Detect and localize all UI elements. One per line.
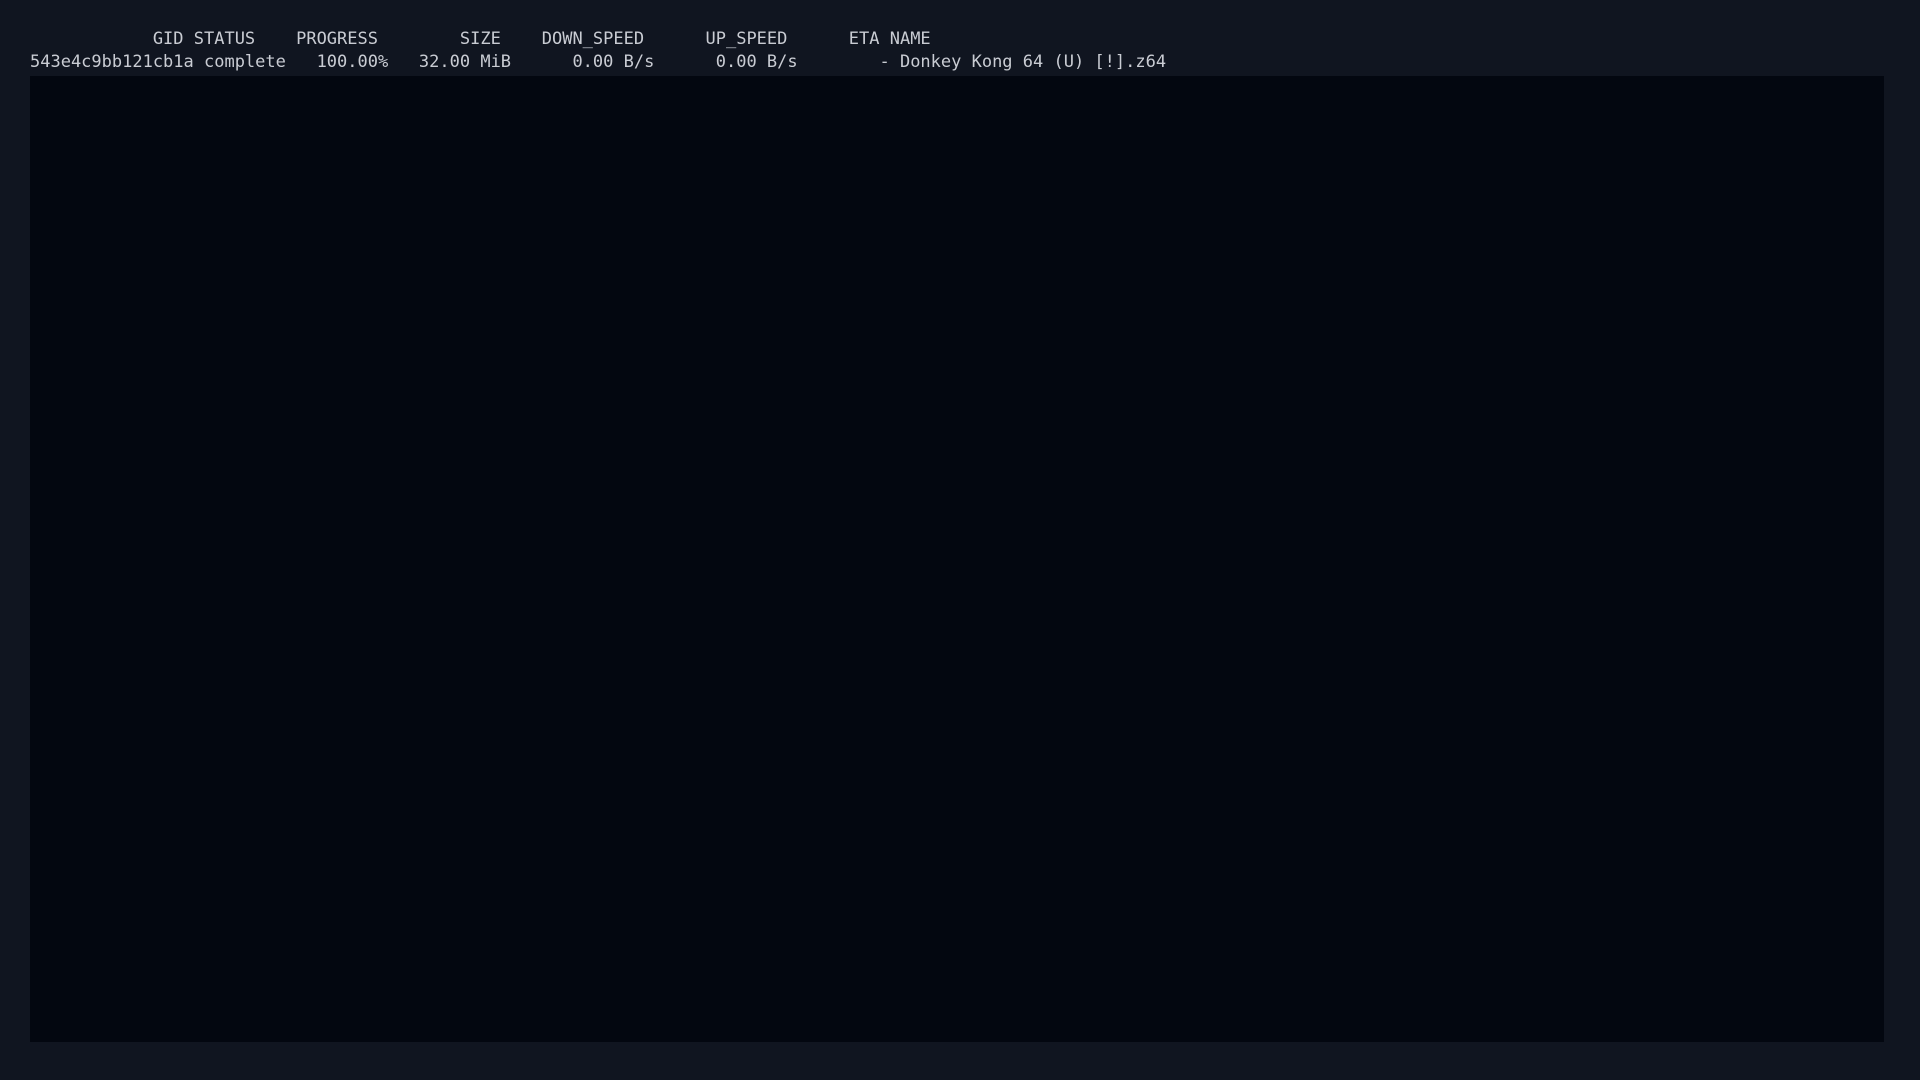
terminal-canvas[interactable] [30,76,1884,1042]
table-header: GID STATUS PROGRESS SIZE DOWN_SPEED UP_S… [30,29,931,49]
table-row: 543e4c9bb121cb1a complete 100.00% 32.00 … [30,52,1167,72]
terminal-output: GID STATUS PROGRESS SIZE DOWN_SPEED UP_S… [30,28,1166,74]
terminal-window: GID STATUS PROGRESS SIZE DOWN_SPEED UP_S… [0,0,1920,1080]
